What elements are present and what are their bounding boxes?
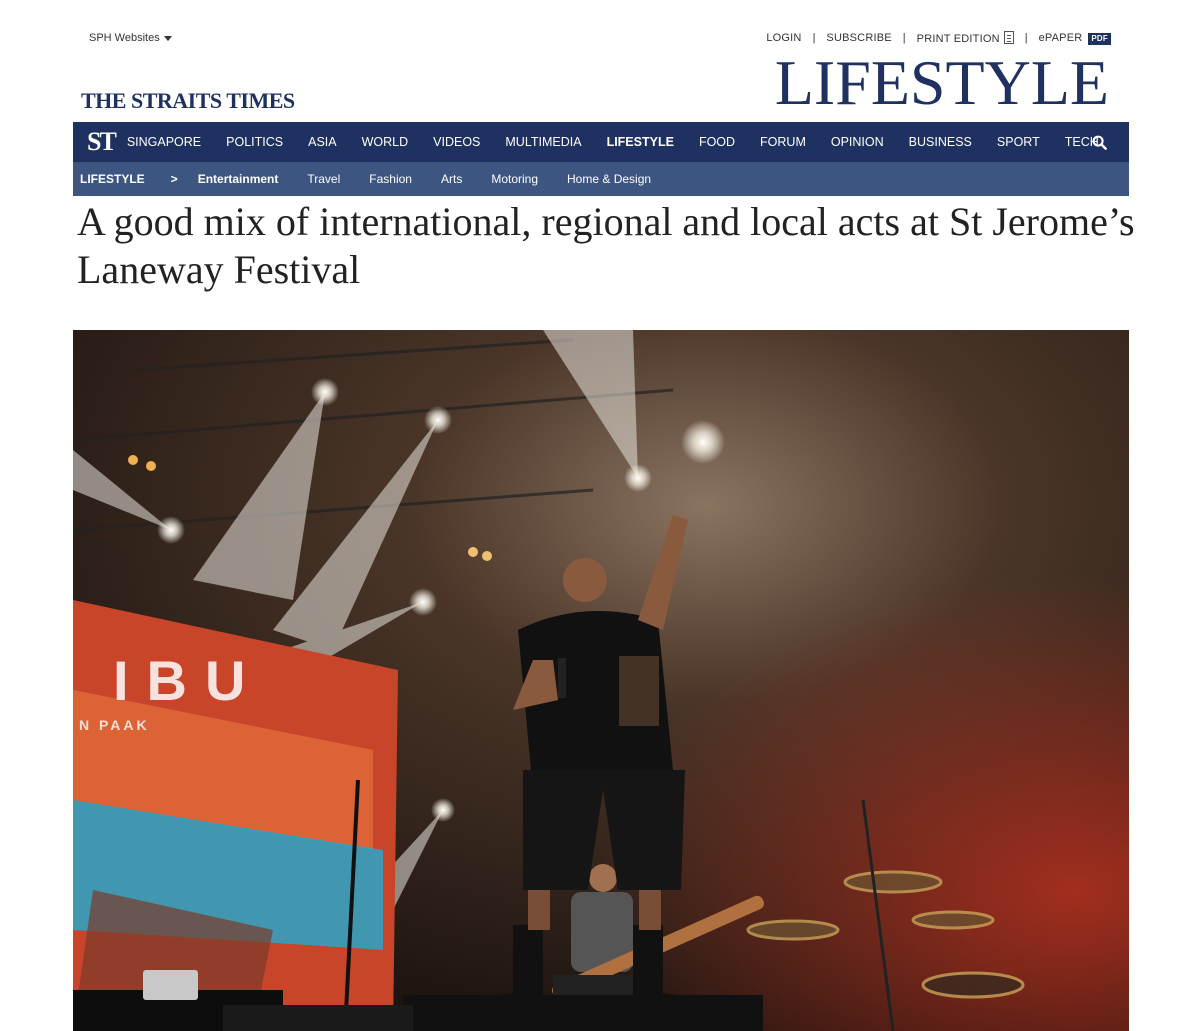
nav-item-videos[interactable]: VIDEOS [433,135,480,149]
subnav-item-home-design[interactable]: Home & Design [567,172,651,186]
secondary-nav: LIFESTYLE > Entertainment Travel Fashion… [73,162,1129,196]
separator: | [902,32,906,44]
nav-item-world[interactable]: WORLD [362,135,409,149]
nav-item-opinion[interactable]: OPINION [831,135,884,149]
separator: | [1024,32,1028,44]
straits-times-logo[interactable]: THE STRAITS TIMES [81,88,295,114]
hero-image: IBU N PAAK [73,330,1129,1031]
subnav-item-travel[interactable]: Travel [307,172,340,186]
nav-item-forum[interactable]: FORUM [760,135,806,149]
subscribe-link[interactable]: SUBSCRIBE [826,32,891,44]
nav-item-food[interactable]: FOOD [699,135,735,149]
nav-item-politics[interactable]: POLITICS [226,135,283,149]
nav-item-lifestyle[interactable]: LIFESTYLE [607,135,674,149]
screen-text-large: IBU [113,649,263,712]
nav-item-multimedia[interactable]: MULTIMEDIA [505,135,581,149]
sph-websites-label: SPH Websites [89,32,160,44]
sph-websites-dropdown[interactable]: SPH Websites [89,32,172,44]
print-edition-label: PRINT EDITION [916,33,1000,45]
section-title[interactable]: LIFESTYLE [775,51,1109,115]
pdf-badge: PDF [1088,32,1111,45]
nav-item-sport[interactable]: SPORT [997,135,1040,149]
nav-item-business[interactable]: BUSINESS [909,135,972,149]
print-edition-link[interactable]: PRINT EDITION [917,31,1014,45]
screen-text-small: N PAAK [79,717,150,733]
st-mini-logo[interactable]: ST [87,127,117,157]
subnav-item-motoring[interactable]: Motoring [491,172,538,186]
search-icon[interactable] [1092,135,1107,150]
epaper-link[interactable]: ePAPER PDF [1039,32,1111,45]
subnav-item-entertainment[interactable]: Entertainment [198,172,279,186]
login-link[interactable]: LOGIN [766,32,801,44]
separator: | [812,32,816,44]
subnav-item-fashion[interactable]: Fashion [369,172,412,186]
nav-item-asia[interactable]: ASIA [308,135,337,149]
document-icon [1003,31,1014,44]
nav-item-singapore[interactable]: SINGAPORE [127,135,201,149]
utility-links: LOGIN | SUBSCRIBE | PRINT EDITION | ePAP… [766,31,1111,45]
subnav-item-arts[interactable]: Arts [441,172,462,186]
concert-photo: IBU N PAAK [73,330,1129,1031]
primary-nav: ST SINGAPORE POLITICS ASIA WORLD VIDEOS … [73,122,1129,162]
caret-down-icon [163,35,172,41]
chevron-right-icon: > [170,172,178,186]
subnav-root-lifestyle[interactable]: LIFESTYLE [80,172,145,186]
article-headline: A good mix of international, regional an… [77,199,1135,292]
epaper-label: ePAPER [1038,31,1083,44]
